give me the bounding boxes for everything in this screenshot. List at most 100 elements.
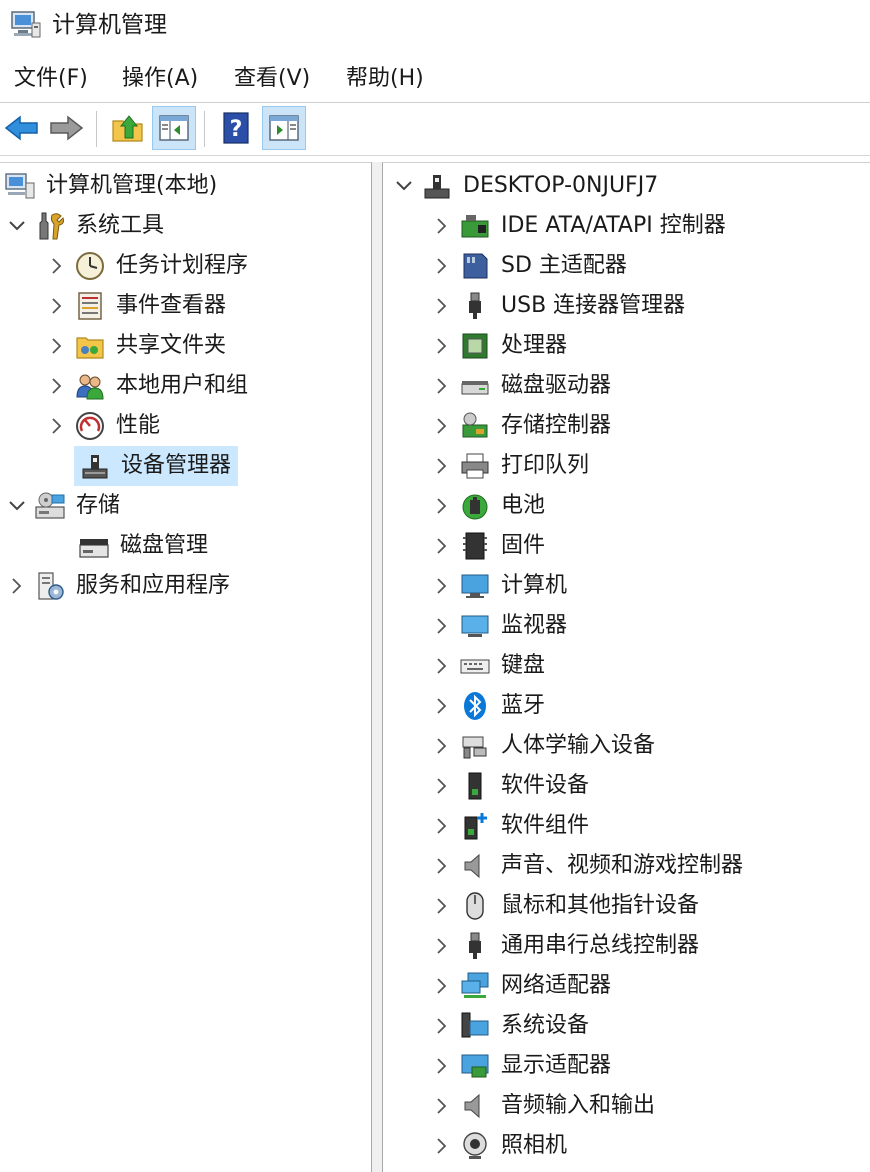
device-category-label: 鼠标和其他指针设备 <box>501 893 700 918</box>
pane-splitter[interactable] <box>372 162 382 1172</box>
display-adapter-icon <box>459 1050 491 1082</box>
device-category-item[interactable]: 网络适配器 <box>433 966 611 1006</box>
device-category-item[interactable]: IDE ATA/ATAPI 控制器 <box>433 206 726 246</box>
chevron-down-icon[interactable] <box>8 206 26 246</box>
storage-controller-icon <box>459 410 491 442</box>
tree-item-performance[interactable]: 性能 <box>48 406 160 446</box>
device-category-item[interactable]: 磁盘驱动器 <box>433 366 611 406</box>
mouse-icon <box>459 890 491 922</box>
chevron-right-icon[interactable] <box>433 846 451 886</box>
chevron-right-icon[interactable] <box>48 286 66 326</box>
chevron-right-icon[interactable] <box>433 366 451 406</box>
tree-item-device-manager[interactable]: 设备管理器 <box>74 446 239 486</box>
device-category-label: 电池 <box>501 493 546 518</box>
chevron-right-icon[interactable] <box>433 206 451 246</box>
usb-controller-icon <box>459 930 491 962</box>
device-category-item[interactable]: 人体学输入设备 <box>433 726 655 766</box>
device-category-item[interactable]: 声音、视频和游戏控制器 <box>433 846 743 886</box>
clock-icon <box>74 250 106 282</box>
help-button[interactable]: ? <box>214 106 258 150</box>
menu-view[interactable]: 查看(V) <box>232 63 312 95</box>
chevron-right-icon[interactable] <box>433 806 451 846</box>
up-button[interactable] <box>106 106 150 150</box>
device-category-label: 人体学输入设备 <box>501 733 656 758</box>
tree-item-storage[interactable]: 存储 <box>8 486 120 526</box>
chevron-right-icon[interactable] <box>433 966 451 1006</box>
chevron-right-icon[interactable] <box>433 286 451 326</box>
show-hide-console-tree-button[interactable] <box>152 106 196 150</box>
device-category-label: 软件设备 <box>501 773 590 798</box>
chevron-right-icon[interactable] <box>433 486 451 526</box>
menu-action[interactable]: 操作(A) <box>120 63 200 95</box>
chevron-right-icon[interactable] <box>433 326 451 366</box>
device-category-item[interactable]: 软件组件 <box>433 806 589 846</box>
device-category-item[interactable]: 蓝牙 <box>433 686 545 726</box>
chevron-right-icon[interactable] <box>433 406 451 446</box>
device-category-item[interactable]: 处理器 <box>433 326 567 366</box>
chevron-right-icon[interactable] <box>433 1086 451 1126</box>
chevron-right-icon[interactable] <box>433 526 451 566</box>
device-category-item[interactable]: 通用串行总线控制器 <box>433 926 699 966</box>
chevron-right-icon[interactable] <box>433 566 451 606</box>
device-category-item[interactable]: 电池 <box>433 486 545 526</box>
tree-item-shared-folders[interactable]: 共享文件夹 <box>48 326 226 366</box>
tree-item-services[interactable]: 服务和应用程序 <box>8 566 230 606</box>
device-category-item[interactable]: 鼠标和其他指针设备 <box>433 886 699 926</box>
chevron-right-icon[interactable] <box>433 646 451 686</box>
device-category-item[interactable]: 音频输入和输出 <box>433 1086 655 1126</box>
chevron-right-icon[interactable] <box>433 726 451 766</box>
device-category-item[interactable]: 监视器 <box>433 606 567 646</box>
chevron-right-icon[interactable] <box>48 366 66 406</box>
device-category-item[interactable]: 系统设备 <box>433 1006 589 1046</box>
tree-item-task-scheduler[interactable]: 任务计划程序 <box>48 246 248 286</box>
menu-help[interactable]: 帮助(H) <box>344 63 426 95</box>
chevron-right-icon[interactable] <box>48 246 66 286</box>
device-category-item[interactable]: 固件 <box>433 526 545 566</box>
device-category-item[interactable]: USB 连接器管理器 <box>433 286 685 326</box>
chevron-down-icon[interactable] <box>8 486 26 526</box>
device-category-label: 磁盘驱动器 <box>501 373 612 398</box>
chevron-right-icon[interactable] <box>48 326 66 366</box>
disk-management-icon <box>78 530 110 562</box>
processor-icon <box>459 330 491 362</box>
device-category-item[interactable]: 打印队列 <box>433 446 589 486</box>
show-hide-console-tree-icon <box>159 115 189 141</box>
chevron-right-icon[interactable] <box>8 566 26 606</box>
tree-item-event-viewer[interactable]: 事件查看器 <box>48 286 226 326</box>
menu-file[interactable]: 文件(F) <box>12 63 90 95</box>
chevron-right-icon[interactable] <box>433 446 451 486</box>
chevron-right-icon[interactable] <box>433 1126 451 1166</box>
tree-item-local-users[interactable]: 本地用户和组 <box>48 366 248 406</box>
chevron-right-icon[interactable] <box>433 606 451 646</box>
console-tree[interactable]: 计算机管理(本地) 系统工具 任务计划程序 事件查看器 共享文件夹 本地用户和组… <box>0 162 372 1172</box>
device-category-item[interactable]: 键盘 <box>433 646 545 686</box>
chevron-right-icon[interactable] <box>433 1046 451 1086</box>
tree-item-device-root[interactable]: DESKTOP-0NJUFJ7 <box>395 166 658 206</box>
back-button[interactable] <box>0 106 44 150</box>
forward-button[interactable] <box>44 106 88 150</box>
chevron-right-icon[interactable] <box>433 246 451 286</box>
chevron-right-icon[interactable] <box>433 766 451 806</box>
forward-icon <box>50 115 84 141</box>
device-category-item[interactable]: 显示适配器 <box>433 1046 611 1086</box>
tree-item-disk-management[interactable]: 磁盘管理 <box>78 526 208 566</box>
shared-folder-icon <box>74 330 106 362</box>
device-category-item[interactable]: 存储控制器 <box>433 406 611 446</box>
device-category-item[interactable]: SD 主适配器 <box>433 246 627 286</box>
audio-io-icon <box>459 1090 491 1122</box>
tree-item-root[interactable]: 计算机管理(本地) <box>4 166 217 206</box>
show-hide-action-pane-button[interactable] <box>262 106 306 150</box>
device-category-item[interactable]: 照相机 <box>433 1126 567 1166</box>
chevron-down-icon[interactable] <box>395 166 413 206</box>
tree-item-system-tools[interactable]: 系统工具 <box>8 206 164 246</box>
computer-management-icon <box>4 170 36 202</box>
chevron-right-icon[interactable] <box>433 1006 451 1046</box>
device-tree[interactable]: DESKTOP-0NJUFJ7 IDE ATA/ATAPI 控制器 SD 主适配器… <box>382 162 870 1172</box>
device-category-item[interactable]: 计算机 <box>433 566 567 606</box>
chevron-right-icon[interactable] <box>433 886 451 926</box>
keyboard-icon <box>459 650 491 682</box>
chevron-right-icon[interactable] <box>433 686 451 726</box>
device-category-item[interactable]: 软件设备 <box>433 766 589 806</box>
chevron-right-icon[interactable] <box>433 926 451 966</box>
chevron-right-icon[interactable] <box>48 406 66 446</box>
